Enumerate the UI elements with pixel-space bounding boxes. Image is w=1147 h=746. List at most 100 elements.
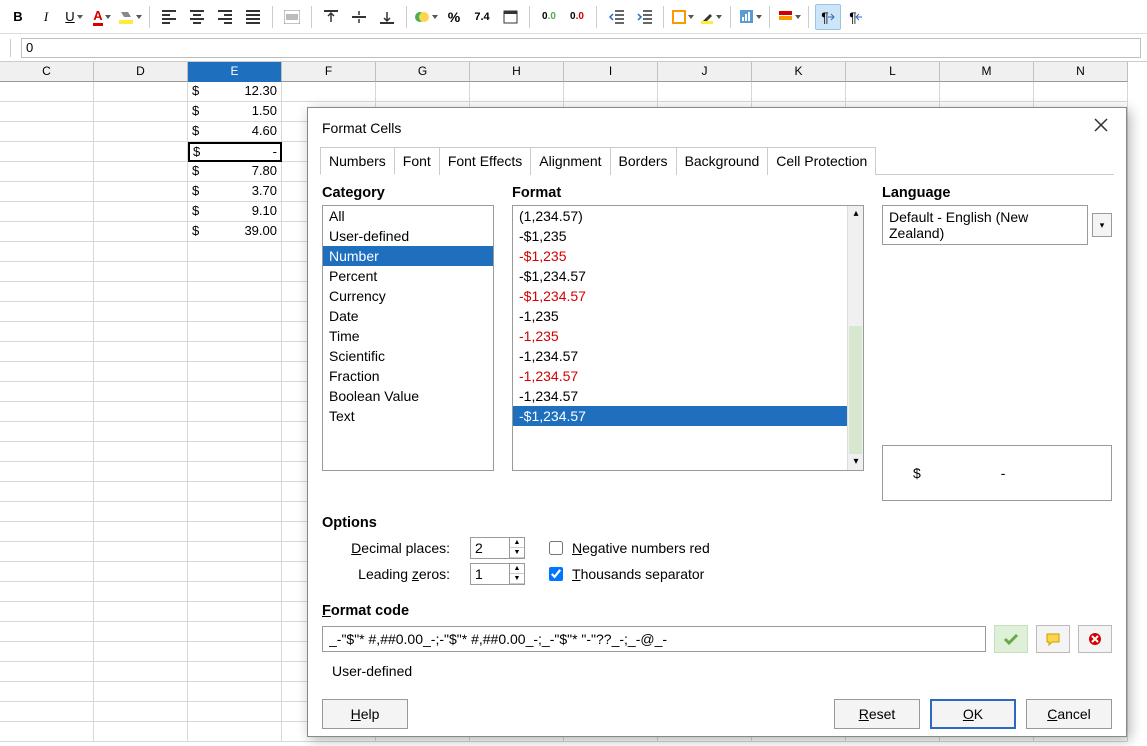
language-select[interactable]: Default - English (New Zealand) ▾ [882,205,1112,245]
cell[interactable] [94,262,188,282]
category-list[interactable]: AllUser-definedNumberPercentCurrencyDate… [322,205,494,471]
leading-zeros-input[interactable] [470,563,510,585]
column-header-J[interactable]: J [658,62,752,82]
column-header-L[interactable]: L [846,62,940,82]
leading-zeros-spinner[interactable]: ▲▼ [470,563,525,585]
column-header-D[interactable]: D [94,62,188,82]
format-item[interactable]: -$1,234.57 [513,266,863,286]
cell[interactable]: $- [188,142,282,162]
thousands-checkbox[interactable]: Thousands separator [545,564,704,584]
cell[interactable] [94,202,188,222]
cell[interactable] [188,562,282,582]
cancel-button[interactable]: Cancel [1026,699,1112,729]
align-justify-button[interactable] [240,4,266,30]
cell[interactable] [0,82,94,102]
cell[interactable] [752,82,846,102]
category-item[interactable]: Time [323,326,493,346]
cell[interactable] [0,702,94,722]
spin-up[interactable]: ▲ [510,538,524,548]
format-item[interactable]: -$1,234.57 [513,286,863,306]
cell[interactable] [470,82,564,102]
format-item[interactable]: -$1,234.57 [513,406,863,426]
cell[interactable] [1034,82,1128,102]
column-header-N[interactable]: N [1034,62,1128,82]
format-list[interactable]: (1,234.57)-$1,235-$1,235-$1,234.57-$1,23… [512,205,864,471]
cell[interactable] [188,642,282,662]
italic-button[interactable]: I [33,4,59,30]
category-item[interactable]: Scientific [323,346,493,366]
underline-button[interactable]: U [61,4,87,30]
column-header-M[interactable]: M [940,62,1034,82]
cell[interactable]: $12.30 [188,82,282,102]
cell[interactable] [0,422,94,442]
cell[interactable] [94,362,188,382]
close-button[interactable] [1088,116,1114,139]
cell[interactable] [0,282,94,302]
cell[interactable] [94,682,188,702]
highlight-color-button[interactable] [117,4,143,30]
cell[interactable] [188,482,282,502]
cell[interactable] [188,722,282,742]
cell[interactable] [0,562,94,582]
percent-button[interactable]: % [441,4,467,30]
category-item[interactable]: Fraction [323,366,493,386]
category-item[interactable]: Currency [323,286,493,306]
cell[interactable] [94,482,188,502]
cell[interactable] [94,402,188,422]
cell[interactable] [94,102,188,122]
font-color-button[interactable]: A [89,4,115,30]
cell[interactable]: $39.00 [188,222,282,242]
cell[interactable] [188,542,282,562]
format-item[interactable]: -1,234.57 [513,366,863,386]
reset-button[interactable]: Reset [834,699,920,729]
column-header-E[interactable]: E [188,62,282,82]
cell[interactable] [846,82,940,102]
category-item[interactable]: Boolean Value [323,386,493,406]
align-right-button[interactable] [212,4,238,30]
border-color-button[interactable] [698,4,724,30]
cell[interactable] [94,182,188,202]
cell[interactable] [0,582,94,602]
category-item[interactable]: All [323,206,493,226]
cell[interactable] [0,122,94,142]
spin-down[interactable]: ▼ [510,548,524,558]
cell[interactable] [94,602,188,622]
cell[interactable] [188,242,282,262]
negative-red-checkbox[interactable]: Negative numbers red [545,538,710,558]
category-item[interactable]: Date [323,306,493,326]
cell[interactable] [376,82,470,102]
tab-font-effects[interactable]: Font Effects [439,147,531,175]
help-button[interactable]: Help [322,699,408,729]
format-code-comment-button[interactable] [1036,625,1070,653]
format-item[interactable]: -1,235 [513,326,863,346]
cell[interactable] [0,342,94,362]
tab-numbers[interactable]: Numbers [320,147,395,175]
cell[interactable] [94,282,188,302]
formula-input[interactable] [21,38,1141,58]
format-item[interactable]: -1,235 [513,306,863,326]
increase-indent-button[interactable] [631,4,657,30]
category-item[interactable]: User-defined [323,226,493,246]
decimal-places-spinner[interactable]: ▲▼ [470,537,525,559]
cell[interactable]: $7.80 [188,162,282,182]
cell[interactable] [0,182,94,202]
column-header-G[interactable]: G [376,62,470,82]
align-vcenter-button[interactable] [346,4,372,30]
tab-font[interactable]: Font [394,147,440,175]
spin-down[interactable]: ▼ [510,574,524,584]
cell[interactable] [94,222,188,242]
cell[interactable]: $4.60 [188,122,282,142]
cell[interactable] [0,682,94,702]
column-header-C[interactable]: C [0,62,94,82]
currency-button[interactable] [413,4,439,30]
decrease-indent-button[interactable] [603,4,629,30]
format-scrollbar[interactable]: ▴ ▾ [847,206,863,470]
format-item[interactable]: -1,234.57 [513,386,863,406]
cell[interactable] [0,542,94,562]
rtl-button[interactable]: ¶ [843,4,869,30]
cell[interactable] [94,302,188,322]
cell[interactable] [658,82,752,102]
cell[interactable] [94,642,188,662]
cell[interactable] [188,382,282,402]
cell[interactable] [188,702,282,722]
